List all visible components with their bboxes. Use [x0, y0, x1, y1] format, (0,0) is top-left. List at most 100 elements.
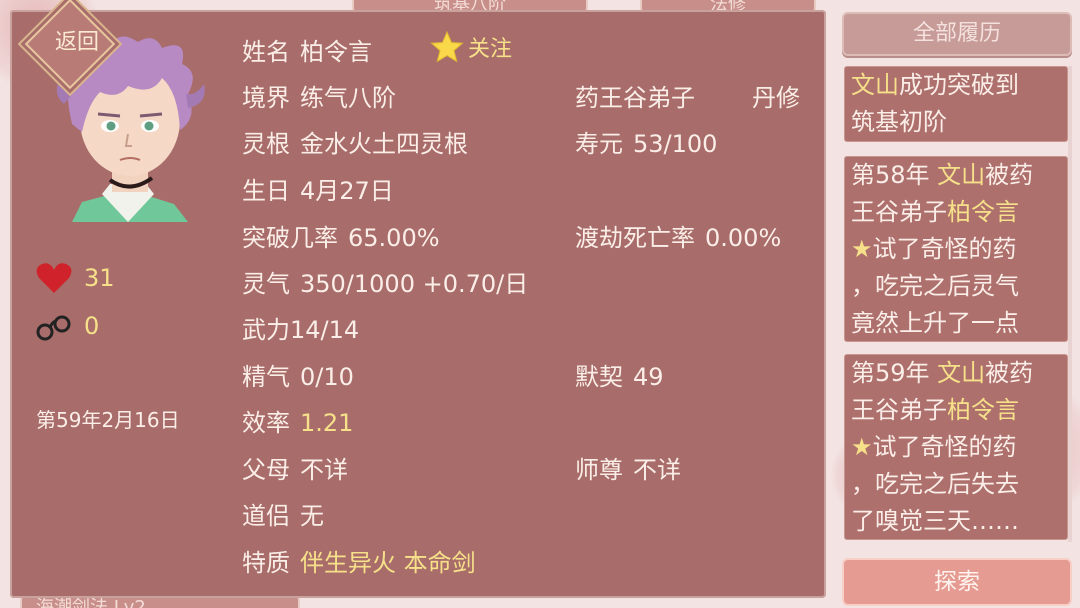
sect-value: 药王谷弟子: [575, 84, 695, 112]
history-log-highlight: ★: [851, 235, 873, 263]
realm-row: 境界 练气八阶: [242, 78, 396, 113]
history-log-entry: 第59年 文山被药 王谷弟子柏令言 ★试了奇怪的药 ，吃完之后失去 了嗅觉三天……: [844, 354, 1068, 540]
history-log-line: 王谷弟子柏令言: [851, 392, 1061, 429]
history-log-highlight: 文山: [937, 359, 986, 387]
breakthrough-label: 突破几率: [242, 224, 338, 252]
name-row: 姓名 柏令言: [242, 32, 372, 67]
tribulation-row: 渡劫死亡率 0.00%: [575, 218, 781, 253]
history-log-line: 第58年 文山被药: [851, 157, 1061, 194]
partner-label: 道侣: [242, 502, 290, 530]
history-log-text: 筑基初阶: [851, 108, 947, 136]
all-history-label: 全部履历: [912, 21, 1001, 46]
efficiency-value: 1.21: [300, 409, 354, 437]
birthday-label: 生日: [242, 177, 290, 205]
lifespan-row: 寿元 53/100: [575, 124, 717, 159]
history-log-line: 文山成功突破到: [851, 67, 1061, 104]
history-log-text: 王谷弟子: [851, 198, 947, 226]
history-log-line: ，吃完之后灵气: [851, 268, 1061, 305]
explore-button[interactable]: 探索: [842, 558, 1072, 606]
name-label: 姓名: [242, 38, 290, 66]
history-log-highlight: 文山: [937, 161, 986, 189]
all-history-button[interactable]: 全部履历: [842, 12, 1072, 56]
history-log-text: 王谷弟子: [851, 396, 947, 424]
efficiency-row: 效率 1.21: [242, 403, 353, 438]
history-log-text: 被药: [985, 359, 1034, 387]
qi-value: 350/1000 +0.70/日: [300, 270, 529, 298]
history-log-highlight: 柏令言: [947, 198, 1019, 226]
history-log-text: 成功突破到: [899, 71, 1019, 99]
force-label: 武力: [242, 316, 290, 344]
essence-row: 精气 0/10: [242, 357, 354, 392]
tacit-value: 49: [633, 363, 664, 391]
force-value: 14/14: [290, 316, 360, 344]
history-log-line: ★试了奇怪的药: [851, 231, 1061, 268]
history-log-entry: 第58年 文山被药 王谷弟子柏令言 ★试了奇怪的药 ，吃完之后灵气 竟然上升了一点: [844, 156, 1068, 342]
realm-label: 境界: [242, 84, 290, 112]
path-value: 丹修: [752, 84, 800, 112]
star-icon: [430, 30, 464, 63]
history-log-line: 筑基初阶: [851, 104, 1061, 141]
name-value: 柏令言: [300, 38, 372, 66]
history-log-text: 竟然上升了一点: [851, 309, 1019, 337]
explore-label: 探索: [934, 569, 980, 595]
tribulation-value: 0.00%: [705, 224, 782, 252]
force-row: 武力14/14: [242, 310, 359, 345]
history-log-line: 了嗅觉三天……: [851, 503, 1061, 540]
history-log-highlight: ★: [851, 433, 873, 461]
follow-label: 关注: [468, 37, 513, 62]
heart-icon: [36, 263, 72, 293]
back-button-label[interactable]: 返回: [34, 24, 120, 56]
history-log-text: ，吃完之后失去: [851, 470, 1019, 498]
root-row: 灵根 金水火土四灵根: [242, 124, 468, 159]
lifespan-label: 寿元: [575, 130, 623, 158]
partner-row: 道侣无: [242, 496, 324, 531]
root-value: 金水火土四灵根: [300, 130, 468, 158]
tacit-row: 默契 49: [575, 357, 664, 392]
history-log-text: 了嗅觉三天……: [851, 507, 1019, 535]
efficiency-label: 效率: [242, 409, 290, 437]
partner-value: 无: [300, 502, 324, 530]
history-log-line: ，吃完之后失去: [851, 466, 1061, 503]
current-date: 第59年2月16日: [36, 408, 180, 432]
history-log-text: 试了奇怪的药: [872, 433, 1017, 461]
cuff-count: 0: [84, 312, 100, 340]
birthday-row: 生日 4月27日: [242, 171, 394, 206]
follow-button[interactable]: 关注: [430, 30, 512, 64]
master-row: 师尊 不详: [575, 450, 681, 485]
history-log-line: 王谷弟子柏令言: [851, 194, 1061, 231]
traits-label: 特质: [242, 549, 290, 577]
qi-row: 灵气 350/1000 +0.70/日: [242, 264, 528, 299]
qi-label: 灵气: [242, 270, 290, 298]
history-log-entry: 文山成功突破到筑基初阶: [844, 66, 1068, 142]
history-log-highlight: 文山: [851, 71, 899, 99]
history-log-line: ★试了奇怪的药: [851, 429, 1061, 466]
history-log-text: ，吃完之后灵气: [851, 272, 1019, 300]
history-log-text: 第58年: [851, 161, 938, 189]
traits-value[interactable]: 伴生异火 本命剑: [300, 549, 476, 577]
essence-value: 0/10: [300, 363, 354, 391]
master-label: 师尊: [575, 456, 623, 484]
handcuffs-icon: [36, 315, 71, 341]
parents-value: 不详: [300, 456, 348, 484]
breakthrough-value: 65.00%: [348, 224, 440, 252]
essence-label: 精气: [242, 363, 290, 391]
realm-value: 练气八阶: [300, 84, 396, 112]
history-log-text: 第59年: [851, 359, 938, 387]
parents-row: 父母 不详: [242, 450, 348, 485]
tribulation-label: 渡劫死亡率: [575, 224, 695, 252]
history-log-line: 竟然上升了一点: [851, 305, 1061, 342]
bottom-skill-tab-label: 海潮剑法 Lv2: [36, 597, 146, 608]
heart-count: 31: [84, 264, 115, 292]
traits-row: 特质 伴生异火 本命剑: [242, 543, 476, 578]
lifespan-value: 53/100: [633, 130, 718, 158]
parents-label: 父母: [242, 456, 290, 484]
history-log-highlight: 柏令言: [947, 396, 1019, 424]
breakthrough-row: 突破几率 65.00%: [242, 218, 440, 253]
master-value: 不详: [633, 456, 681, 484]
root-label: 灵根: [242, 130, 290, 158]
birthday-value: 4月27日: [300, 177, 394, 205]
history-log-list[interactable]: 文山成功突破到 筑基初阶 第58年 文山被药 王谷弟子柏令言 ★试了奇怪的药 ，吃完之后…: [844, 66, 1070, 542]
tacit-label: 默契: [575, 363, 623, 391]
history-log-text: 被药: [985, 161, 1034, 189]
history-log-text: 试了奇怪的药: [872, 235, 1017, 263]
